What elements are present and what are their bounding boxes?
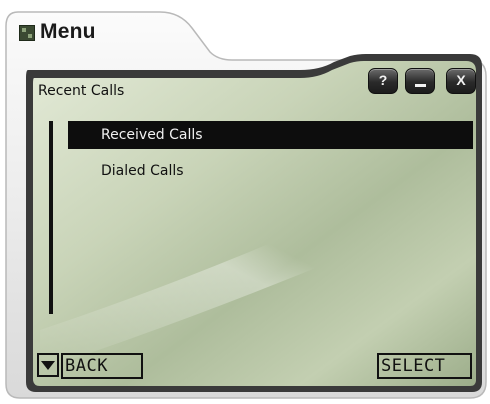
minimize-button[interactable] <box>405 68 435 94</box>
scrollbar[interactable] <box>49 121 53 314</box>
window-frame <box>5 11 487 399</box>
list-item-received-calls[interactable]: Received Calls <box>68 121 473 149</box>
minimize-icon <box>415 84 426 87</box>
close-label: X <box>456 72 466 88</box>
list-item-label: Received Calls <box>101 127 203 143</box>
screen-title: Recent Calls <box>38 83 125 99</box>
menu-icon <box>19 25 35 41</box>
select-button[interactable]: SELECT <box>377 353 472 379</box>
back-button[interactable]: BACK <box>61 353 143 379</box>
help-button[interactable]: ? <box>368 68 398 94</box>
list-item-label: Dialed Calls <box>101 163 184 179</box>
down-arrow-icon <box>41 361 55 370</box>
widget-window <box>0 0 490 404</box>
help-label: ? <box>378 72 388 88</box>
close-button[interactable]: X <box>446 68 476 94</box>
scroll-down-button[interactable] <box>37 353 59 377</box>
list-item-dialed-calls[interactable]: Dialed Calls <box>68 157 473 185</box>
window-title: Menu <box>40 20 96 43</box>
